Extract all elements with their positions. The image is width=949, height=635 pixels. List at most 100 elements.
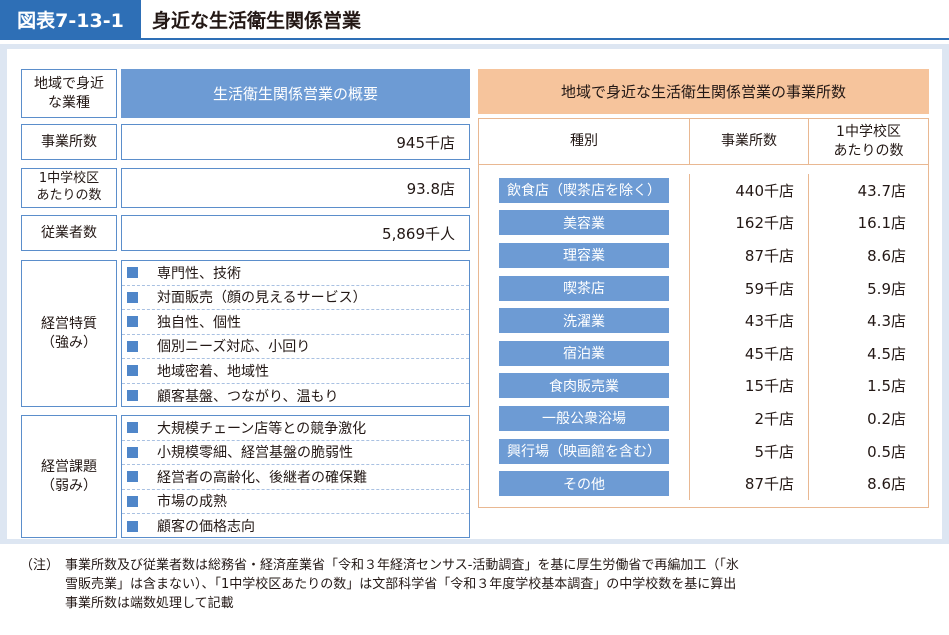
list-item: 独自性、個性 (122, 310, 469, 335)
category-cell: 宿泊業 (479, 336, 690, 370)
count-cell: 15千店 (690, 369, 809, 403)
table-row: 飲食店（喫茶店を除く） 440千店 43.7店 (479, 174, 928, 207)
establishment-count-heading: 地域で身近な生活衛生関係営業の事業所数 (478, 69, 929, 114)
issues-label: 経営課題 （弱み） (21, 415, 117, 538)
header-divider (0, 38, 949, 40)
table-row: 美容業 162千店 16.1店 (479, 206, 928, 240)
count-cell: 45千店 (690, 336, 809, 370)
per-district-cell: 43.7店 (857, 181, 906, 200)
count-cell: 87千店 (690, 239, 809, 272)
per-district-cell: 5.9店 (867, 279, 906, 298)
category-label: 食肉販売業 (499, 373, 669, 399)
footnote-line: 事業所数は端数処理して記載 (65, 596, 234, 611)
table-row: 理容業 87千店 8.6店 (479, 239, 928, 272)
row-label-employees: 従業者数 (21, 215, 117, 251)
per-district-cell: 4.3店 (867, 312, 906, 331)
industry-corner-label: 地域で身近 な業種 (21, 69, 117, 118)
table-row: 宿泊業 45千店 4.5店 (479, 336, 928, 370)
category-cell: 興行場（映画館を含む） (479, 434, 690, 468)
category-cell: 喫茶店 (479, 271, 690, 305)
list-item: 小規模零細、経営基盤の脆弱性 (122, 441, 469, 465)
table-row: 一般公衆浴場 2千店 0.2店 (479, 402, 928, 435)
bullet-square-icon (127, 520, 138, 532)
row-label-establishments: 事業所数 (21, 124, 117, 160)
category-label: 飲食店（喫茶店を除く） (499, 177, 669, 203)
category-label: 美容業 (499, 210, 669, 236)
per-district-cell: 8.6店 (867, 475, 906, 494)
table-row: 洗濯業 43千店 4.3店 (479, 304, 928, 337)
category-cell: その他 (479, 467, 690, 500)
col-header-per-district: 1中学校区 あたりの数 (833, 124, 904, 159)
list-item: 顧客の価格志向 (122, 514, 469, 539)
establishment-table: 種別 事業所数 1中学校区 あたりの数 飲食店（喫茶店を除く） 440千店 43.7… (478, 118, 929, 508)
category-label: 喫茶店 (499, 275, 669, 301)
category-cell: 飲食店（喫茶店を除く） (479, 174, 690, 207)
table-row: 食肉販売業 15千店 1.5店 (479, 369, 928, 403)
bullet-square-icon (127, 446, 138, 458)
strengths-label: 経営特質 （強み） (21, 260, 117, 407)
overview-heading: 生活衛生関係営業の概要 (121, 69, 470, 118)
bullet-square-icon (127, 316, 138, 328)
col-header-count: 事業所数 (690, 119, 809, 164)
per-district-cell: 1.5店 (867, 377, 906, 396)
category-cell: 美容業 (479, 206, 690, 240)
figure-title: 身近な生活衛生関係営業 (152, 9, 362, 32)
per-district-cell: 0.2店 (867, 409, 906, 428)
count-cell: 162千店 (690, 206, 809, 240)
figure-header: 図表7-13-1 身近な生活衛生関係営業 (0, 0, 949, 40)
category-label: 洗濯業 (499, 308, 669, 334)
strengths-list: 専門性、技術 対面販売（顔の見えるサービス） 独自性、個性 個別ニーズ対応、小回… (121, 260, 470, 407)
footnote-label: （注） (20, 558, 60, 573)
per-district-cell: 0.5店 (867, 442, 906, 461)
bullet-square-icon (127, 340, 138, 352)
per-district-cell: 16.1店 (857, 214, 906, 233)
table-row: 喫茶店 59千店 5.9店 (479, 271, 928, 305)
category-cell: 食肉販売業 (479, 369, 690, 403)
list-item: 経営者の高齢化、後継者の確保難 (122, 465, 469, 490)
table-body: 飲食店（喫茶店を除く） 440千店 43.7店美容業 162千店 16.1店理容業 87千… (479, 165, 928, 507)
footnote-line: 雪販売業」は含まない）、「1中学校区あたりの数」は文部科学省「令和３年度学校基本… (65, 577, 737, 592)
count-cell: 43千店 (690, 304, 809, 337)
table-row: その他 87千店 8.6店 (479, 467, 928, 500)
per-district-cell: 4.5店 (867, 344, 906, 363)
category-label: 興行場（映画館を含む） (499, 438, 669, 464)
list-item: 大規模チェーン店等との競争激化 (122, 416, 469, 441)
list-item: 地域密着、地域性 (122, 359, 469, 384)
issues-list: 大規模チェーン店等との競争激化 小規模零細、経営基盤の脆弱性 経営者の高齢化、後… (121, 415, 470, 538)
category-label: 宿泊業 (499, 340, 669, 366)
count-cell: 87千店 (690, 467, 809, 500)
figure-panel: 地域で身近 な業種 生活衛生関係営業の概要 事業所数 945千店 1中学校区 あ… (7, 49, 942, 539)
category-label: 理容業 (499, 242, 669, 268)
footnote-line: 事業所数及び従業者数は総務省・経済産業省「令和３年経済センサス‐活動調査」を基に… (65, 558, 739, 573)
count-cell: 440千店 (690, 174, 809, 207)
bullet-square-icon (127, 471, 138, 483)
figure-label: 図表7-13-1 (0, 0, 141, 38)
row-label-per-district: 1中学校区 あたりの数 (21, 168, 117, 208)
list-item: 個別ニーズ対応、小回り (122, 335, 469, 359)
bullet-square-icon (127, 365, 138, 377)
figure-frame: 地域で身近 な業種 生活衛生関係営業の概要 事業所数 945千店 1中学校区 あ… (0, 44, 949, 544)
col-header-category: 種別 (479, 119, 690, 164)
bullet-square-icon (127, 495, 138, 507)
value-employees: 5,869千人 (121, 215, 470, 251)
footnote-text: 事業所数及び従業者数は総務省・経済産業省「令和３年経済センサス‐活動調査」を基に… (65, 556, 935, 613)
list-item: 専門性、技術 (122, 261, 469, 286)
category-label: その他 (499, 471, 669, 497)
count-cell: 5千店 (690, 434, 809, 468)
list-item: 市場の成熟 (122, 490, 469, 514)
bullet-square-icon (127, 267, 138, 279)
count-cell: 2千店 (690, 402, 809, 435)
list-item: 顧客基盤、つながり、温もり (122, 384, 469, 409)
category-cell: 理容業 (479, 239, 690, 272)
per-district-cell: 8.6店 (867, 246, 906, 265)
value-establishments: 945千店 (121, 124, 470, 160)
category-cell: 洗濯業 (479, 304, 690, 337)
category-cell: 一般公衆浴場 (479, 402, 690, 435)
bullet-square-icon (127, 291, 138, 303)
bullet-square-icon (127, 422, 138, 434)
table-header-row: 種別 事業所数 1中学校区 あたりの数 (479, 119, 928, 165)
table-row: 興行場（映画館を含む） 5千店 0.5店 (479, 434, 928, 468)
list-item: 対面販売（顔の見えるサービス） (122, 286, 469, 310)
value-per-district: 93.8店 (121, 168, 470, 208)
bullet-square-icon (127, 390, 138, 402)
